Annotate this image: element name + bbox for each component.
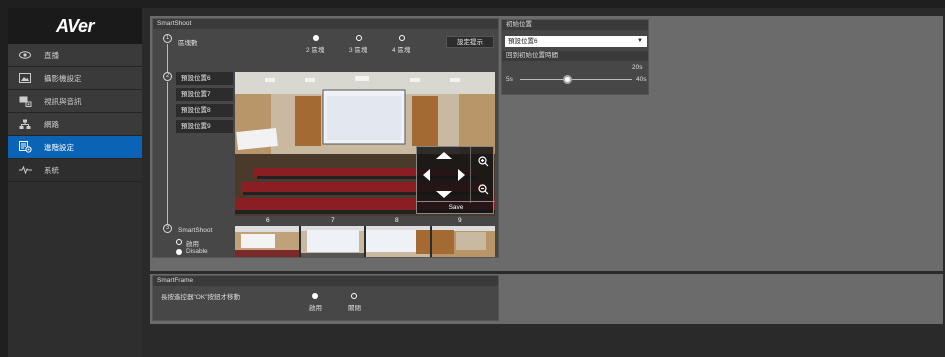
step-2-badge: 2	[163, 72, 172, 81]
system-pulse-icon	[18, 164, 32, 176]
sidebar-item-system[interactable]: 系統	[8, 159, 142, 182]
ptz-save-button[interactable]: Save	[417, 201, 495, 213]
ptz-control-pad: Save	[416, 146, 495, 214]
smartframe-title: SmartFrame	[153, 276, 498, 286]
return-time-label: 回到初始位置時間	[502, 51, 648, 61]
initial-position-value: 預設位置6	[508, 38, 538, 45]
aver-logo: AVer	[8, 8, 142, 44]
thumbnail-preset-9[interactable]	[431, 226, 495, 257]
option-3-blocks-label: 3 區塊	[349, 47, 368, 54]
smartshoot-enable-label: 啟用	[186, 241, 199, 248]
radio-smartframe-disable[interactable]	[351, 293, 357, 299]
smartshoot-title: SmartShoot	[153, 19, 498, 29]
image-icon	[18, 72, 32, 84]
sidebar-item-network[interactable]: 網路	[8, 113, 142, 136]
thumb-label-8: 8	[395, 217, 399, 224]
eye-icon	[18, 49, 32, 61]
option-4-blocks-label: 4 區塊	[392, 47, 411, 54]
pan-down-icon	[436, 191, 452, 198]
network-icon	[18, 118, 32, 130]
smartshoot-toggle-label: SmartShoot	[178, 227, 213, 234]
smartframe-disable-label: 關閉	[348, 305, 361, 312]
return-time-value: 20s	[632, 64, 643, 71]
step-1-badge: 1	[163, 34, 172, 43]
thumb-label-9: 9	[458, 217, 462, 224]
sidebar-item-label: 視訊與音訊	[44, 96, 82, 106]
sidebar: AVer 直播 攝影機設定 視訊與音訊 網路 進階設定 系統	[8, 8, 142, 357]
option-2-blocks-label: 2 區塊	[306, 47, 325, 54]
thumbnail-preset-6[interactable]	[235, 226, 299, 257]
return-time-slider-track[interactable]	[520, 79, 632, 80]
sidebar-item-label: 系統	[44, 165, 59, 175]
zoom-in-button[interactable]	[472, 147, 494, 175]
smartshoot-disable-label: Disable	[186, 248, 208, 255]
thumb-label-7: 7	[331, 217, 335, 224]
radio-4-blocks[interactable]	[399, 35, 405, 41]
radio-smartframe-enable[interactable]	[312, 293, 318, 299]
radio-2-blocks[interactable]	[313, 35, 319, 41]
preset-7-button[interactable]: 預設位置7	[176, 88, 233, 101]
thumbnail-preset-7[interactable]	[300, 226, 364, 257]
pan-right-icon	[458, 169, 465, 181]
block-count-label: 區塊數	[178, 40, 198, 47]
preset-8-button[interactable]: 預設位置8	[176, 104, 233, 117]
main-content: SmartShoot 1 2 3 區塊數 2 區塊 3 區塊 4 區塊 設定提示…	[142, 8, 945, 357]
pan-left-icon	[423, 169, 430, 181]
radio-smartshoot-enable[interactable]	[176, 239, 182, 245]
thumb-label-6: 6	[266, 217, 270, 224]
chevron-down-icon: ▼	[637, 38, 643, 44]
sidebar-item-advanced-settings[interactable]: 進階設定	[8, 136, 142, 159]
sidebar-item-live[interactable]: 直播	[8, 44, 142, 67]
zoom-out-button[interactable]	[472, 175, 494, 203]
smartframe-panel: SmartFrame 長按遙控器"OK"按鈕才移動 啟用 關閉	[152, 275, 499, 321]
slider-max-label: 40s	[636, 76, 647, 83]
step-line	[167, 44, 168, 72]
thumbnail-preset-8[interactable]	[366, 226, 430, 257]
initial-position-panel: 初始位置 預設位置6 ▼ 回到初始位置時間 20s 5s 40s	[501, 19, 649, 95]
preset-9-button[interactable]: 預設位置9	[176, 120, 233, 133]
smartframe-remote-label: 長按遙控器"OK"按鈕才移動	[161, 294, 241, 301]
return-time-slider-handle[interactable]	[563, 75, 572, 84]
zoom-in-icon	[477, 155, 488, 166]
setup-hint-button[interactable]: 設定提示	[446, 36, 494, 48]
pan-up-icon	[436, 152, 452, 159]
radio-3-blocks[interactable]	[356, 35, 362, 41]
sidebar-item-label: 攝影機設定	[44, 73, 82, 83]
sidebar-item-video-audio[interactable]: 視訊與音訊	[8, 90, 142, 113]
smartframe-enable-label: 啟用	[309, 305, 322, 312]
step-line	[167, 82, 168, 224]
initial-position-select[interactable]: 預設位置6 ▼	[505, 36, 647, 47]
smartshoot-panel: SmartShoot 1 2 3 區塊數 2 區塊 3 區塊 4 區塊 設定提示…	[152, 18, 499, 258]
advanced-settings-icon	[18, 141, 32, 153]
sidebar-item-camera-settings[interactable]: 攝影機設定	[8, 67, 142, 90]
preset-thumbnails	[235, 226, 495, 257]
sidebar-item-label: 網路	[44, 119, 59, 129]
radio-smartshoot-disable[interactable]	[176, 249, 182, 255]
initial-position-title: 初始位置	[502, 20, 648, 30]
video-audio-icon	[18, 95, 32, 107]
sidebar-item-label: 進階設定	[44, 142, 74, 152]
direction-pad	[417, 147, 471, 203]
zoom-out-icon	[477, 183, 488, 194]
step-3-badge: 3	[163, 224, 172, 233]
sidebar-item-label: 直播	[44, 50, 59, 60]
slider-min-label: 5s	[506, 76, 513, 83]
preset-6-button[interactable]: 預設位置6	[176, 72, 233, 85]
